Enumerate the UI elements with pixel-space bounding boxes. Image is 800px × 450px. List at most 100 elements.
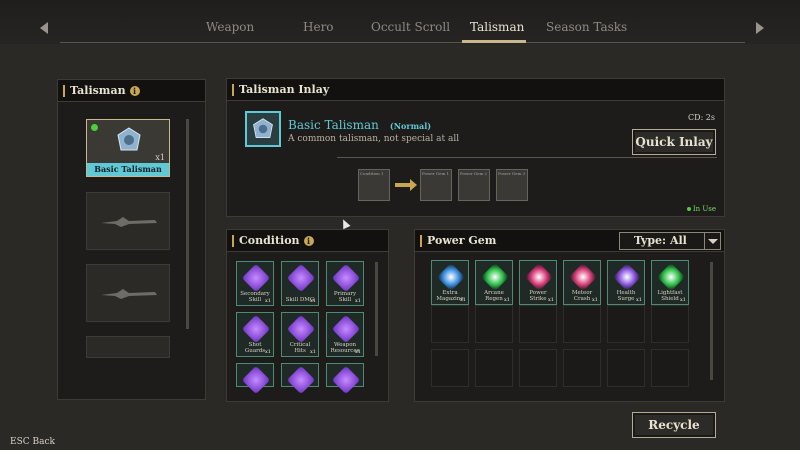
chevron-down-icon[interactable] — [704, 233, 720, 249]
esc-key-label: ESC — [10, 437, 30, 447]
power-gem-item[interactable]: Arcane Regen x1 — [475, 260, 513, 305]
gem-crystal-icon — [480, 262, 510, 292]
condition-item[interactable]: Secondary Skill x1 — [236, 261, 274, 306]
condition-item-count: x1 — [264, 349, 271, 355]
condition-item[interactable] — [326, 363, 364, 395]
in-use-dot-icon — [686, 207, 691, 211]
power-gem-panel: Power Gem Type: All Extra Magazine x1 Arca… — [414, 229, 725, 402]
empty-gem-slot — [475, 349, 513, 387]
condition-item-count: x1 — [264, 298, 271, 304]
talisman-icon — [253, 118, 273, 138]
arrow-right-icon — [395, 179, 417, 191]
equipped-dot-icon — [91, 124, 98, 131]
tab-talisman[interactable]: Talisman — [470, 20, 524, 34]
tab-divider — [60, 42, 745, 43]
locked-weapon-silhouette-icon — [101, 217, 157, 227]
type-filter-dropdown[interactable]: Type: All — [619, 232, 721, 250]
condition-item-count: x1 — [354, 298, 361, 304]
empty-gem-slot — [519, 305, 557, 343]
tab-season-tasks[interactable]: Season Tasks — [546, 20, 627, 34]
power-gem-item[interactable]: Extra Magazine x1 — [431, 260, 469, 305]
tab-bar: Weapon Hero Occult Scroll Talisman Seaso… — [60, 20, 740, 42]
empty-gem-slot — [431, 305, 469, 343]
talisman-count: x1 — [155, 153, 165, 162]
power-gem-count: x1 — [635, 297, 642, 303]
power-gem-item[interactable]: Power Strike x1 — [519, 260, 557, 305]
condition-item[interactable]: Skill DMG x1 — [281, 261, 319, 306]
active-tab-indicator — [462, 40, 526, 43]
condition-item-count: x1 — [354, 349, 361, 355]
talisman-slot-basic[interactable]: x1 Basic Talisman — [86, 119, 170, 177]
talisman-list-scrollbar[interactable] — [186, 119, 189, 329]
power-gem-item[interactable]: Meteor Crash x1 — [563, 260, 601, 305]
power-gem-item[interactable]: Lightfast Shield x1 — [651, 260, 689, 305]
condition-item[interactable] — [281, 363, 319, 395]
inlay-divider — [337, 157, 717, 158]
empty-gem-slot — [519, 349, 557, 387]
in-use-indicator: In Use — [686, 205, 716, 213]
power-gem-socket-3[interactable]: Power Gem 3 — [496, 169, 528, 201]
purple-orb-icon — [241, 365, 271, 395]
power-gem-count: x1 — [547, 297, 554, 303]
purple-orb-icon — [286, 263, 316, 293]
gem-crystal-icon — [436, 262, 466, 292]
tab-occult-scroll[interactable]: Occult Scroll — [371, 20, 450, 34]
previous-arrow-icon[interactable] — [40, 22, 48, 34]
locked-weapon-silhouette-icon — [101, 289, 157, 299]
condition-item[interactable]: Primary Skill x1 — [326, 261, 364, 306]
talisman-rarity: (Normal) — [389, 121, 432, 131]
power-gem-count: x1 — [459, 297, 466, 303]
empty-gem-slot — [563, 349, 601, 387]
condition-item[interactable]: Critical Hits x1 — [281, 312, 319, 357]
talisman-icon — [117, 127, 141, 151]
condition-item[interactable] — [236, 363, 274, 395]
gem-crystal-icon — [524, 262, 554, 292]
empty-gem-slot — [563, 305, 601, 343]
condition-item-count: x1 — [309, 349, 316, 355]
info-icon[interactable]: i — [129, 86, 140, 96]
gem-crystal-icon — [656, 262, 686, 292]
power-gem-socket-1[interactable]: Power Gem 1 — [420, 169, 452, 201]
purple-orb-icon — [331, 314, 361, 344]
power-gem-count: x1 — [679, 297, 686, 303]
tab-weapon[interactable]: Weapon — [206, 20, 254, 34]
purple-orb-icon — [331, 263, 361, 293]
next-arrow-icon[interactable] — [756, 22, 764, 34]
purple-orb-icon — [286, 314, 316, 344]
condition-item[interactable]: Weapon Resources x1 — [326, 312, 364, 357]
purple-orb-icon — [331, 365, 361, 395]
talisman-panel-title: Talisman — [70, 84, 126, 97]
gem-crystal-icon — [568, 262, 598, 292]
empty-gem-slot — [651, 349, 689, 387]
esc-back-hint[interactable]: ESC Back — [10, 437, 55, 447]
power-gem-scrollbar[interactable] — [710, 262, 713, 380]
condition-socket[interactable]: Condition 1 — [358, 169, 390, 201]
talisman-slot-locked-2[interactable] — [86, 264, 170, 322]
purple-orb-icon — [286, 365, 316, 395]
power-gem-count: x1 — [591, 297, 598, 303]
talisman-list-panel: Talisman i x1 Basic Talisman — [57, 79, 206, 400]
purple-orb-icon — [241, 263, 271, 293]
talisman-panel-header: Talisman i — [58, 80, 205, 102]
talisman-description: A common talisman, not special at all — [288, 134, 460, 144]
talisman-slot-locked-3[interactable] — [86, 336, 170, 358]
condition-item[interactable]: Shot Guards x1 — [236, 312, 274, 357]
power-gem-count: x1 — [503, 297, 510, 303]
type-filter-label: Type: All — [634, 234, 687, 247]
talisman-title-row: Basic Talisman (Normal) — [288, 114, 431, 133]
condition-panel-header: Condition i — [227, 230, 388, 252]
quick-inlay-button[interactable]: Quick Inlay — [632, 129, 716, 155]
condition-panel-title: Condition — [239, 234, 300, 247]
talisman-inlay-panel: Talisman Inlay Basic Talisman (Normal) A… — [226, 78, 725, 217]
power-gem-socket-2[interactable]: Power Gem 2 — [458, 169, 490, 201]
condition-scrollbar[interactable] — [375, 262, 378, 356]
mouse-cursor-icon — [339, 217, 351, 230]
empty-gem-slot — [475, 305, 513, 343]
empty-gem-slot — [431, 349, 469, 387]
recycle-button[interactable]: Recycle — [632, 412, 716, 438]
talisman-slot-locked-1[interactable] — [86, 192, 170, 250]
info-icon[interactable]: i — [303, 236, 314, 246]
power-gem-item[interactable]: Health Surge x1 — [607, 260, 645, 305]
tab-hero[interactable]: Hero — [303, 20, 334, 34]
empty-gem-slot — [607, 349, 645, 387]
